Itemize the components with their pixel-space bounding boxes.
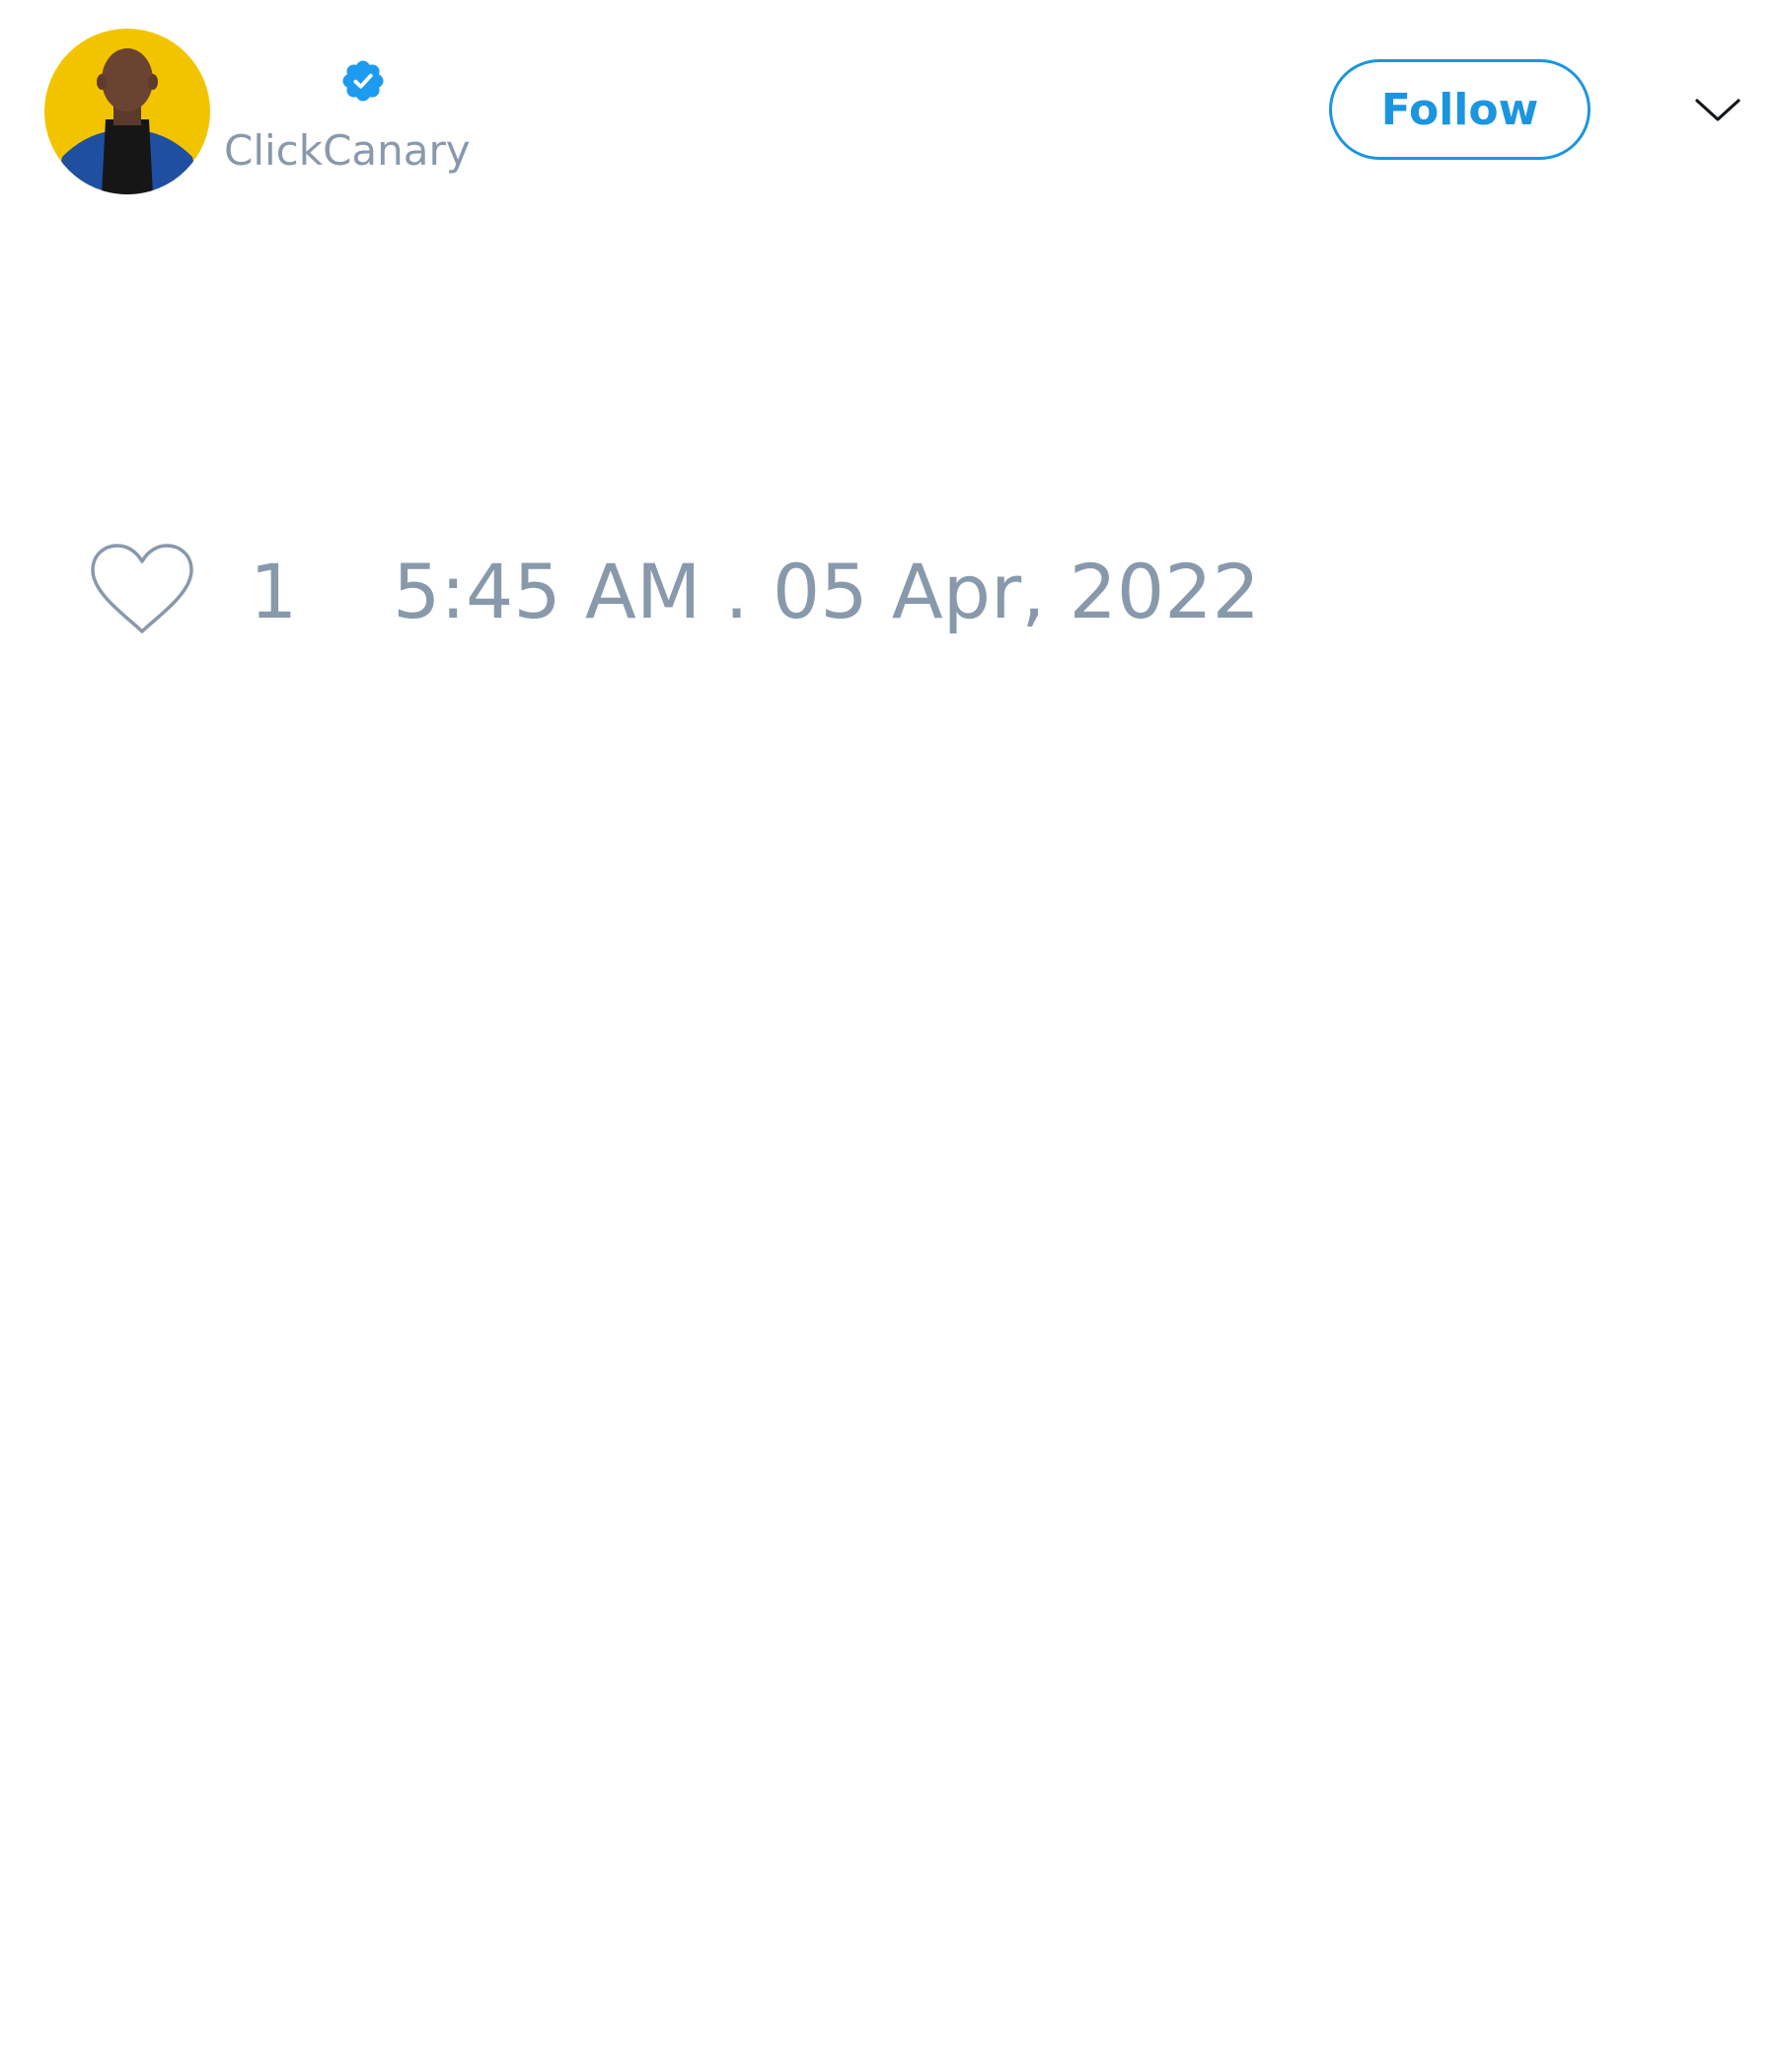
like-count: 1 <box>250 548 298 635</box>
avatar[interactable] <box>44 29 210 194</box>
tweet-card: ClickCanary Follow 1 5:45 AM . 05 Apr, 2… <box>0 0 1776 2072</box>
author-handle[interactable]: ClickCanary <box>224 123 471 179</box>
avatar-image <box>44 29 210 194</box>
heart-outline-icon[interactable] <box>89 543 195 636</box>
verified-badge-icon <box>342 60 384 102</box>
chevron-down-icon[interactable] <box>1693 92 1742 127</box>
tweet-timestamp[interactable]: 5:45 AM . 05 Apr, 2022 <box>393 548 1260 636</box>
follow-button[interactable]: Follow <box>1329 59 1591 160</box>
